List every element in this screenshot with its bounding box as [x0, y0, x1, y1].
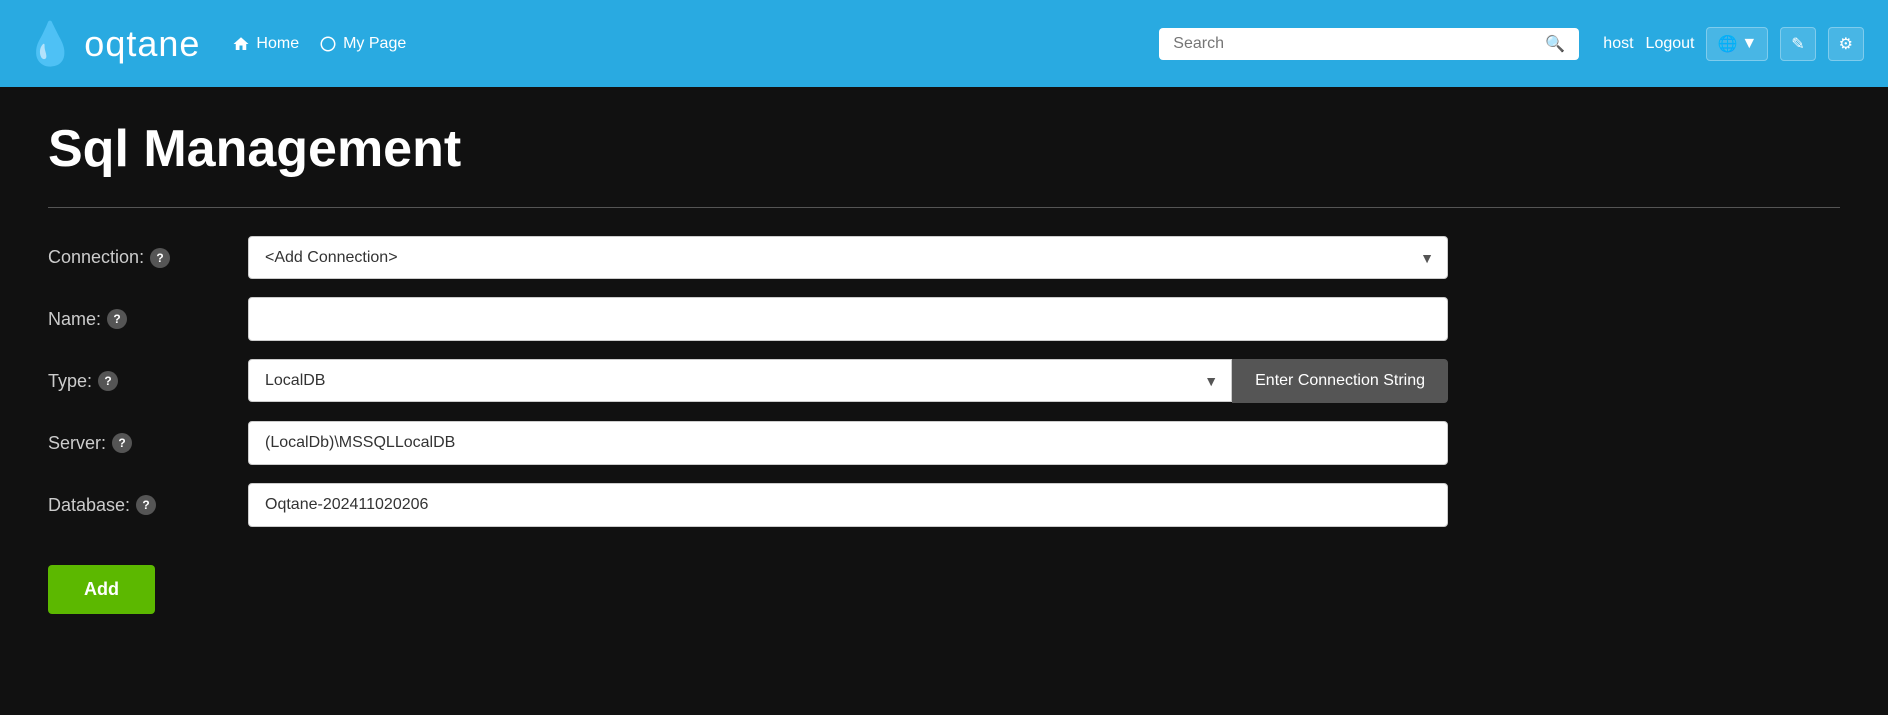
form-section: Connection: ? <Add Connection> ▼ Name: ? [48, 236, 1448, 614]
search-container: 🔍 [1159, 28, 1579, 60]
mypage-link[interactable]: My Page [319, 35, 406, 53]
type-help-icon[interactable]: ? [98, 371, 118, 391]
server-label: Server: ? [48, 433, 248, 454]
home-icon [232, 35, 250, 53]
settings-button[interactable]: ⚙ [1828, 27, 1864, 61]
globe-button[interactable]: 🌐 ▼ [1706, 27, 1768, 61]
gear-icon: ⚙ [1839, 34, 1853, 54]
server-input-wrapper [248, 421, 1448, 465]
database-input-wrapper [248, 483, 1448, 527]
connection-label: Connection: ? [48, 247, 248, 268]
name-help-icon[interactable]: ? [107, 309, 127, 329]
name-row: Name: ? [48, 297, 1448, 341]
connection-dropdown: <Add Connection> ▼ [248, 236, 1448, 279]
logout-link[interactable]: Logout [1646, 35, 1695, 53]
edit-button[interactable]: ✎ [1780, 27, 1815, 61]
page-title: Sql Management [48, 119, 1840, 179]
search-icon: 🔍 [1545, 34, 1565, 54]
server-row: Server: ? [48, 421, 1448, 465]
navbar-right: host Logout 🌐 ▼ ✎ ⚙ [1603, 27, 1864, 61]
connection-select[interactable]: <Add Connection> [248, 236, 1448, 279]
database-help-icon[interactable]: ? [136, 495, 156, 515]
connection-row: Connection: ? <Add Connection> ▼ [48, 236, 1448, 279]
name-input-wrapper [248, 297, 1448, 341]
chevron-down-icon: ▼ [1741, 35, 1757, 53]
database-input[interactable] [248, 483, 1448, 527]
database-row: Database: ? [48, 483, 1448, 527]
type-row-wrapper: LocalDB ▼ Enter Connection String [248, 359, 1448, 403]
type-row: Type: ? LocalDB ▼ Enter Connection Strin… [48, 359, 1448, 403]
brand-name: oqtane [84, 23, 200, 65]
name-input[interactable] [248, 297, 1448, 341]
home-link[interactable]: Home [232, 35, 299, 53]
type-select[interactable]: LocalDB [248, 359, 1232, 402]
main-content: Sql Management Connection: ? <Add Connec… [0, 87, 1888, 715]
connection-help-icon[interactable]: ? [150, 248, 170, 268]
brand-logo[interactable]: 💧 oqtane [24, 23, 200, 65]
navbar: 💧 oqtane Home My Page 🔍 host Logout 🌐 ▼ … [0, 0, 1888, 87]
type-label: Type: ? [48, 371, 248, 392]
globe-icon: 🌐 [1717, 34, 1737, 54]
enter-connection-string-button[interactable]: Enter Connection String [1232, 359, 1448, 403]
server-help-icon[interactable]: ? [112, 433, 132, 453]
add-button[interactable]: Add [48, 565, 155, 614]
database-label: Database: ? [48, 495, 248, 516]
username-label: host [1603, 35, 1633, 53]
type-select-wrapper: LocalDB ▼ [248, 359, 1232, 403]
search-input[interactable] [1173, 35, 1537, 53]
divider [48, 207, 1840, 208]
pencil-icon: ✎ [1791, 34, 1804, 54]
name-label: Name: ? [48, 309, 248, 330]
circle-icon [319, 35, 337, 53]
connection-select-wrapper: <Add Connection> ▼ [248, 236, 1448, 279]
server-input[interactable] [248, 421, 1448, 465]
drop-icon: 💧 [24, 23, 76, 65]
nav-links: Home My Page [232, 35, 1135, 53]
